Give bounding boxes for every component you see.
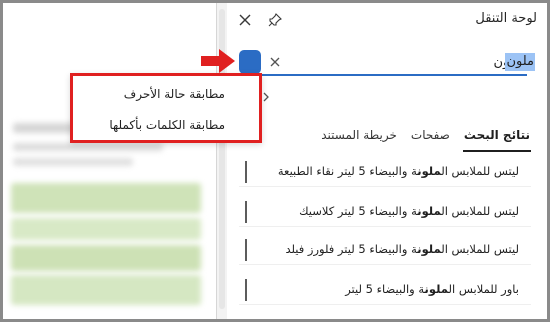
- tab-document-map[interactable]: خريطة المستند: [314, 125, 404, 149]
- result-text-after: ة والبيضاء 5 ليتر كلاسيك: [299, 204, 418, 218]
- navigation-pane: لوحة التنقل ملون ملون نتائج البحث صفحات …: [227, 3, 547, 319]
- result-match: ملون: [417, 242, 442, 256]
- document-area: [3, 3, 227, 319]
- tab-search-results[interactable]: نتائج البحث: [457, 125, 537, 152]
- result-text-before: ليتس للملابس ال: [441, 204, 519, 218]
- result-match: ملون: [424, 282, 449, 296]
- result-text-after: ة والبيضاء 5 ليتر: [345, 282, 425, 296]
- search-result[interactable]: باور للملابس الملونة والبيضاء 5 ليتر: [239, 273, 531, 305]
- result-match: ملون: [417, 204, 442, 218]
- menu-item-match-case[interactable]: مطابقة حالة الأحرف: [124, 87, 225, 101]
- search-results-list: ليتس للملابس الملونة والبيضاء 5 ليتر نقا…: [239, 155, 531, 319]
- menu-item-whole-words[interactable]: مطابقة الكلمات بأكملها: [109, 118, 225, 132]
- document-page[interactable]: [3, 3, 217, 319]
- nav-tabs: نتائج البحث صفحات خريطة المستند: [314, 125, 537, 152]
- result-marker: [245, 239, 247, 261]
- search-result[interactable]: ليتس للملابس الملونة والبيضاء 5 ليتر نقا…: [239, 155, 531, 187]
- pin-icon[interactable]: [265, 9, 285, 31]
- result-text-after: ة والبيضاء 5 ليتر فلورز فيلد: [285, 242, 418, 256]
- search-box: [239, 50, 527, 76]
- tab-pages[interactable]: صفحات: [404, 125, 457, 149]
- annotation-arrow-icon: [201, 49, 235, 73]
- result-text-after: ة والبيضاء 5 ليتر نقاء الطبيعة: [277, 164, 418, 178]
- result-text-before: ليتس للملابس ال: [441, 164, 519, 178]
- screenshot-frame: لوحة التنقل ملون ملون نتائج البحث صفحات …: [0, 0, 550, 322]
- search-options-button[interactable]: [239, 50, 261, 74]
- result-text-before: باور للملابس ال: [448, 282, 519, 296]
- result-marker: [245, 161, 247, 183]
- close-icon[interactable]: [235, 9, 255, 31]
- search-options-menu: مطابقة حالة الأحرف مطابقة الكلمات بأكمله…: [70, 73, 262, 143]
- result-match: ملون: [417, 164, 442, 178]
- search-result[interactable]: ليتس للملابس الملونة والبيضاء 5 ليتر فلو…: [239, 233, 531, 265]
- search-result[interactable]: ليتس للملابس الملونة والبيضاء 5 ليتر كلا…: [239, 195, 531, 227]
- result-text-before: ليتس للملابس ال: [441, 242, 519, 256]
- search-input[interactable]: [301, 52, 521, 72]
- result-marker: [245, 201, 247, 223]
- clear-search-icon[interactable]: [267, 52, 283, 72]
- nav-pane-title: لوحة التنقل: [475, 11, 537, 26]
- result-marker: [245, 279, 247, 301]
